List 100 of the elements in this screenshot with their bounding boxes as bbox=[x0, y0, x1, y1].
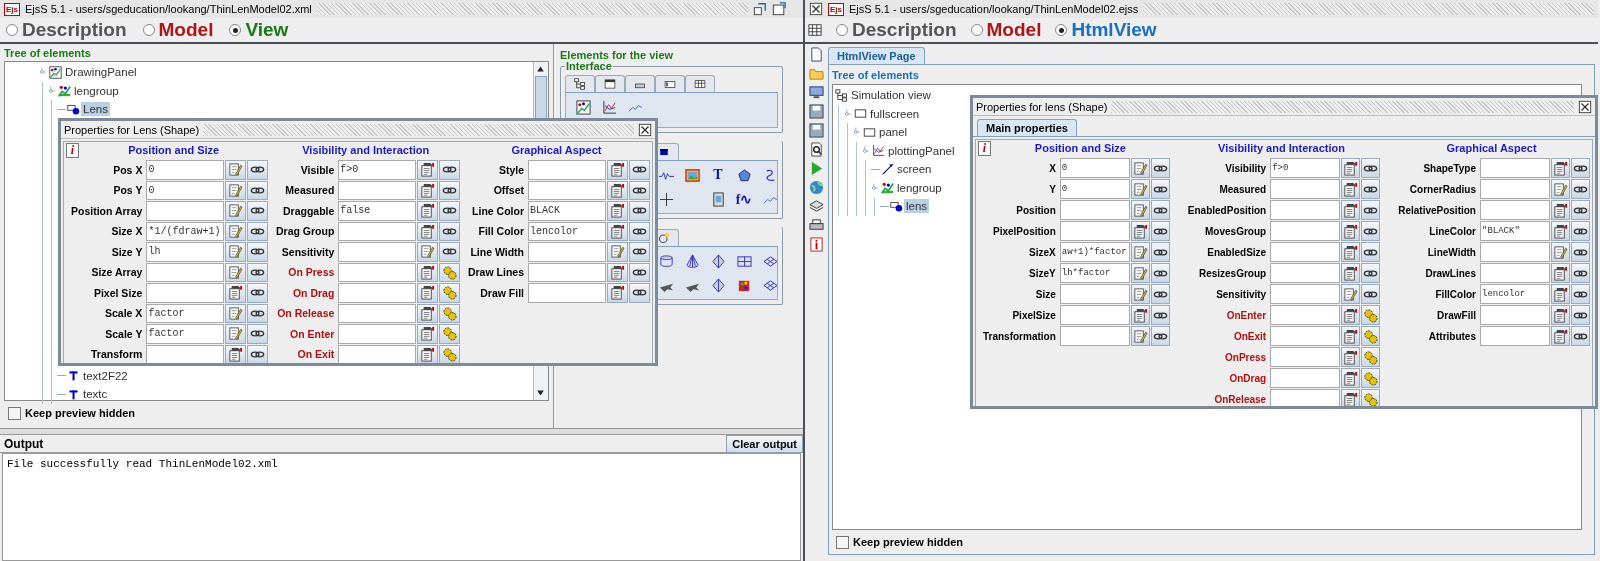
tree-item[interactable]: textc bbox=[81, 387, 110, 402]
property-label: Measured bbox=[1218, 183, 1268, 195]
property-label: Measured bbox=[284, 184, 336, 197]
property-label: Position Array bbox=[70, 204, 144, 217]
info-button[interactable]: i bbox=[66, 142, 79, 158]
property-label: Pos Y bbox=[112, 184, 144, 197]
property-label: DrawLines bbox=[1424, 267, 1477, 279]
section-title: Position and Size bbox=[128, 144, 220, 156]
mode-radio[interactable]: Model bbox=[970, 19, 1042, 41]
property-label: Position bbox=[1015, 204, 1057, 216]
value-field[interactable]: BLACK bbox=[528, 201, 606, 221]
mode-radio[interactable]: Model bbox=[142, 19, 214, 41]
property-label: On Press bbox=[287, 266, 336, 279]
value-field[interactable]: 0 bbox=[1059, 158, 1130, 178]
value-field[interactable]: 0 bbox=[1059, 179, 1130, 199]
value-field[interactable]: factor bbox=[146, 324, 225, 344]
tree-item[interactable]: plottingPanel bbox=[886, 143, 957, 158]
tree-item[interactable]: text2F22 bbox=[81, 368, 130, 383]
property-label: On Release bbox=[276, 307, 336, 320]
tree-item[interactable]: lengroup bbox=[895, 180, 944, 195]
tree-item[interactable]: panel bbox=[877, 125, 910, 140]
property-label: SizeX bbox=[1028, 246, 1057, 258]
property-label: RelativePosition bbox=[1397, 204, 1477, 216]
property-label: PixelSize bbox=[1011, 309, 1057, 321]
property-label: Size bbox=[1034, 288, 1057, 300]
property-label: DrawFill bbox=[1436, 309, 1477, 321]
property-label: OnPress bbox=[1224, 351, 1268, 363]
window-title: EjsS 5.1 - users/sgeducation/lookang/ThinLenModel02.xml bbox=[25, 3, 312, 15]
tree-item[interactable]: DrawingPanel bbox=[63, 65, 139, 80]
value-field[interactable]: lencolor bbox=[528, 221, 606, 241]
section-title: Graphical Aspect bbox=[511, 144, 602, 156]
property-label: OnRelease bbox=[1213, 393, 1268, 405]
section-title: Visibility and Interaction bbox=[302, 144, 430, 156]
value-field[interactable]: "BLACK" bbox=[1480, 221, 1550, 241]
property-label: LineColor bbox=[1428, 225, 1477, 237]
checkbox-label: Keep preview hidden bbox=[853, 536, 964, 548]
mode-radio[interactable]: HtmlView bbox=[1055, 19, 1157, 41]
tab[interactable]: Main properties bbox=[977, 119, 1077, 136]
section-title: Visibility and Interaction bbox=[1218, 142, 1345, 154]
property-label: Transform bbox=[90, 348, 144, 361]
property-label: CornerRadius bbox=[1408, 183, 1477, 195]
panel-title: Elements for the view bbox=[560, 49, 675, 62]
property-label: Transformation bbox=[982, 330, 1057, 342]
value-field[interactable]: f>0 bbox=[1270, 158, 1341, 178]
app-logo: Ejs bbox=[828, 2, 844, 16]
property-label: OnEnter bbox=[1225, 309, 1268, 321]
tree-item[interactable]: fullscreen bbox=[868, 106, 922, 121]
value-field[interactable]: f>0 bbox=[338, 160, 417, 180]
property-label: Draw Lines bbox=[466, 266, 525, 279]
panel-title: Tree of elements bbox=[832, 69, 920, 82]
value-field[interactable]: lh bbox=[146, 242, 225, 262]
dialog-title: Properties for Lens (Shape) bbox=[64, 123, 200, 136]
value-field[interactable]: lencolor bbox=[1480, 284, 1550, 304]
element-icon[interactable]: T bbox=[705, 167, 731, 183]
property-label: LineWidth bbox=[1426, 246, 1477, 258]
property-label: Offset bbox=[492, 184, 525, 197]
tree-item[interactable]: lengroup bbox=[72, 83, 121, 98]
value-field[interactable]: false bbox=[338, 201, 417, 221]
panel-title: Tree of elements bbox=[4, 47, 92, 60]
value-field[interactable]: *1/(fdraw+1) bbox=[146, 221, 225, 241]
property-label: OnExit bbox=[1232, 330, 1268, 342]
tree-item[interactable]: Simulation view bbox=[849, 88, 933, 103]
property-label: MovesGroup bbox=[1204, 225, 1268, 237]
property-label: Fill Color bbox=[477, 225, 525, 238]
tab[interactable]: HtmlView Page bbox=[828, 47, 925, 64]
group-title: Interface bbox=[565, 60, 613, 72]
info-button[interactable]: i bbox=[978, 140, 991, 156]
value-field[interactable]: aw+1)*factor bbox=[1059, 242, 1130, 262]
value-field[interactable]: 0 bbox=[146, 180, 225, 200]
property-label: Scale X bbox=[104, 307, 144, 320]
property-label: PixelPosition bbox=[992, 225, 1057, 237]
mode-radio[interactable]: Description bbox=[836, 19, 957, 41]
property-label: Line Width bbox=[469, 245, 525, 258]
property-label: Pixel Size bbox=[92, 286, 144, 299]
checkbox-label: Keep preview hidden bbox=[25, 407, 136, 419]
property-label: OnDrag bbox=[1228, 372, 1268, 384]
property-label: X bbox=[1048, 162, 1057, 174]
property-label: Draw Fill bbox=[479, 286, 525, 299]
tree-item[interactable]: lens bbox=[904, 199, 930, 214]
property-label: EnabledPosition bbox=[1186, 204, 1268, 216]
property-label: Sensitivity bbox=[280, 245, 336, 258]
value-field[interactable]: factor bbox=[146, 303, 225, 323]
property-label: Style bbox=[497, 163, 525, 176]
element-icon[interactable]: f∿ bbox=[731, 191, 757, 207]
property-label: Y bbox=[1048, 183, 1057, 195]
output-text: File successfully read ThinLenModel02.xml bbox=[7, 458, 278, 470]
property-label: Draggable bbox=[282, 204, 336, 217]
property-label: On Drag bbox=[291, 286, 336, 299]
property-label: Pos X bbox=[112, 163, 144, 176]
value-field[interactable]: 0 bbox=[146, 160, 225, 180]
window-title: EjsS 5.1 - users/sgeducation/lookang/ThinLenModel02.ejss bbox=[849, 3, 1139, 15]
property-label: Visibility bbox=[1224, 162, 1268, 174]
property-label: Scale Y bbox=[104, 327, 144, 340]
mode-radio[interactable]: Description bbox=[6, 19, 127, 41]
value-field[interactable]: lh*factor bbox=[1059, 263, 1130, 283]
mode-radio[interactable]: View bbox=[229, 19, 289, 41]
property-label: On Enter bbox=[289, 327, 336, 340]
property-label: Drag Group bbox=[275, 225, 336, 238]
tree-item[interactable]: Lens bbox=[81, 102, 110, 117]
tree-item[interactable]: screen bbox=[895, 162, 934, 177]
